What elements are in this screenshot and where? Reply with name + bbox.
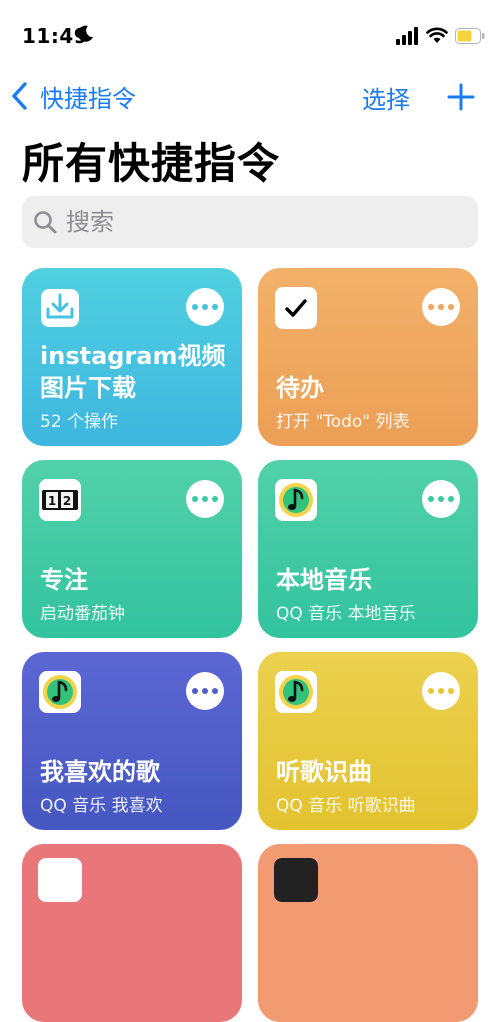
shortcut-name: 待办 [276, 374, 324, 402]
shortcut-card-todo[interactable]: 待办 打开 "Todo" 列表 [258, 268, 478, 446]
search-icon [34, 211, 57, 234]
add-shortcut-button[interactable] [446, 82, 476, 112]
chevron-left-icon [12, 82, 27, 110]
shortcut-subtitle: 打开 "Todo" 列表 [276, 412, 410, 432]
shortcut-card-partial[interactable] [258, 844, 478, 1022]
cellular-signal-icon [396, 27, 418, 45]
moon-icon [77, 25, 93, 42]
search-input[interactable] [64, 207, 448, 237]
shortcut-icon [38, 858, 82, 902]
shortcut-name: 听歌识曲 [276, 758, 372, 786]
shortcut-subtitle: 启动番茄钟 [40, 604, 125, 624]
navigation-bar: 快捷指令 选择 [0, 74, 500, 118]
shortcut-subtitle: 52 个操作 [40, 412, 119, 432]
download-icon [41, 289, 79, 327]
shortcut-card-song-recognition[interactable]: 听歌识曲 QQ 音乐 听歌识曲 [258, 652, 478, 830]
more-options-button[interactable] [422, 288, 460, 326]
back-button[interactable]: 快捷指令 [10, 80, 136, 113]
shortcut-card-focus[interactable]: 1 2 专注 启动番茄钟 [22, 460, 242, 638]
battery-icon [455, 28, 485, 44]
page-title: 所有快捷指令 [22, 139, 281, 188]
shortcut-card-instagram-download[interactable]: instagram视频图片下载 52 个操作 [22, 268, 242, 446]
more-options-button[interactable] [186, 480, 224, 518]
search-field[interactable] [22, 196, 478, 248]
select-button[interactable]: 选择 [362, 80, 410, 115]
qq-music-icon [275, 671, 317, 713]
shortcut-subtitle: QQ 音乐 我喜欢 [40, 796, 163, 816]
svg-text:2: 2 [63, 494, 71, 508]
status-bar: 11:49 [0, 0, 500, 70]
qq-music-icon [275, 479, 317, 521]
shortcut-card-local-music[interactable]: 本地音乐 QQ 音乐 本地音乐 [258, 460, 478, 638]
wifi-icon [426, 27, 448, 43]
shortcut-card-favorite-songs[interactable]: 我喜欢的歌 QQ 音乐 我喜欢 [22, 652, 242, 830]
checkmark-icon [275, 287, 317, 329]
more-options-button[interactable] [186, 288, 224, 326]
shortcut-icon [274, 858, 318, 902]
more-options-button[interactable] [186, 672, 224, 710]
qq-music-icon [39, 671, 81, 713]
more-options-button[interactable] [422, 672, 460, 710]
flip-clock-icon: 1 2 [39, 479, 81, 521]
shortcut-name: 我喜欢的歌 [40, 758, 160, 786]
shortcut-name: instagram视频图片下载 [40, 342, 226, 402]
svg-text:1: 1 [48, 494, 56, 508]
more-options-button[interactable] [422, 480, 460, 518]
shortcut-subtitle: QQ 音乐 听歌识曲 [276, 796, 416, 816]
shortcut-name: 本地音乐 [276, 566, 372, 594]
shortcut-name: 专注 [40, 566, 88, 594]
shortcut-subtitle: QQ 音乐 本地音乐 [276, 604, 416, 624]
back-button-label: 快捷指令 [40, 84, 136, 113]
shortcut-card-partial[interactable] [22, 844, 242, 1022]
